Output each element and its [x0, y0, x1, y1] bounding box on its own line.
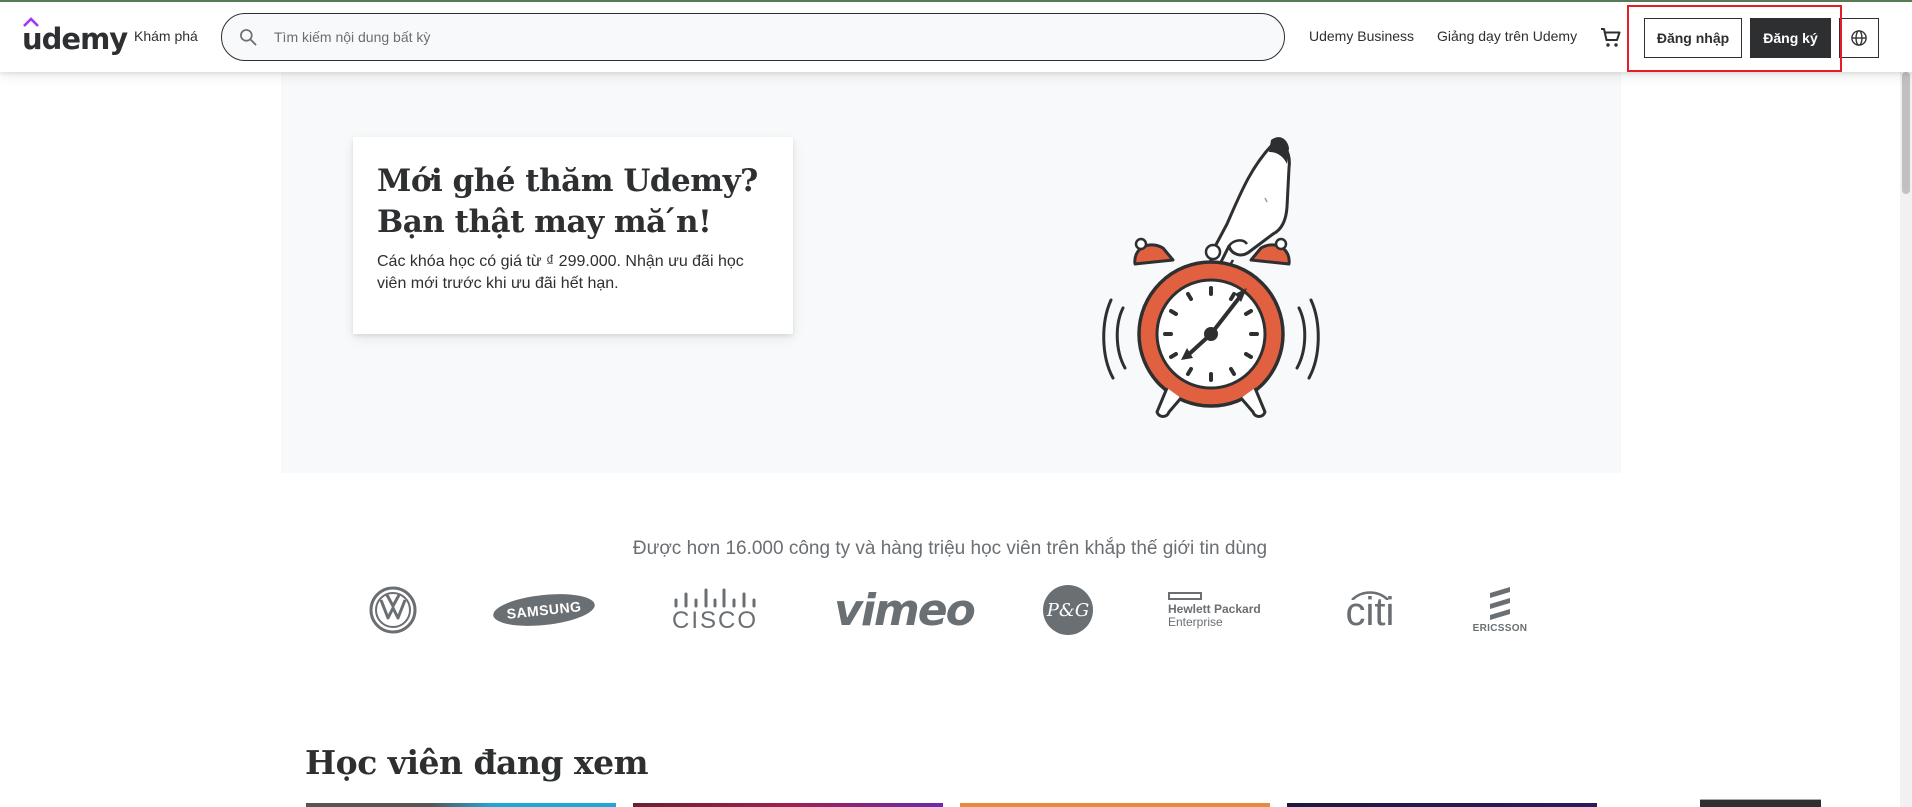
citi-text: citi — [1345, 590, 1395, 634]
top-navbar: udemy Khám phá Udemy Business Giảng dạy … — [0, 2, 1912, 72]
floating-widget[interactable] — [1700, 799, 1821, 807]
explore-link[interactable]: Khám phá — [134, 28, 198, 44]
logo-text: udemy — [22, 22, 128, 56]
scrollbar[interactable] — [1900, 72, 1912, 807]
ericsson-icon — [1490, 586, 1510, 620]
hero-title-line2: Bạn thật may mă ́n! — [377, 204, 712, 240]
vimeo-text: vimeo — [834, 584, 976, 636]
course-card-thumbnail[interactable] — [1287, 803, 1597, 807]
section-title: Học viên đang xem — [305, 743, 649, 782]
cisco-logo: CISCO — [670, 580, 760, 640]
hero-title-line1: Mới ghé thăm Udemy? — [377, 163, 758, 199]
teach-on-udemy-link[interactable]: Giảng dạy trên Udemy — [1437, 28, 1577, 44]
scrollbar-thumb[interactable] — [1902, 72, 1910, 194]
course-card-thumbnail[interactable] — [306, 803, 616, 807]
hpe-logo: Hewlett Packard Enterprise — [1168, 580, 1268, 640]
pg-text: P&G — [1046, 599, 1090, 621]
udemy-business-link[interactable]: Udemy Business — [1309, 28, 1414, 44]
hpe-text-line1: Hewlett Packard — [1168, 601, 1261, 616]
cisco-text: CISCO — [671, 607, 758, 634]
signup-button[interactable]: Đăng ký — [1750, 18, 1831, 58]
vimeo-logo: vimeo — [834, 580, 976, 640]
language-button[interactable] — [1839, 18, 1879, 58]
volkswagen-logo — [368, 580, 418, 640]
hero-card: Mới ghé thăm Udemy? Bạn thật may mă ́n! … — [353, 137, 793, 334]
hero-description: Các khóa học có giá từ ₫ 299.000. Nhận ư… — [377, 253, 744, 292]
pg-logo: P&G — [1042, 580, 1094, 640]
ericsson-text: ERICSSON — [1472, 622, 1528, 634]
samsung-logo: SAMSUNG — [491, 580, 597, 640]
ericsson-logo: ERICSSON — [1468, 580, 1532, 640]
volkswagen-icon — [369, 586, 417, 634]
alarm-clock-illustration — [1102, 137, 1320, 418]
course-card-thumbnail[interactable] — [633, 803, 943, 807]
udemy-logo[interactable]: udemy — [22, 16, 128, 58]
search-bar[interactable] — [221, 13, 1285, 61]
hpe-text-line2: Enterprise — [1168, 614, 1223, 629]
login-button[interactable]: Đăng nhập — [1644, 18, 1742, 58]
search-input[interactable] — [274, 14, 1254, 60]
cart-icon[interactable] — [1599, 26, 1623, 50]
hero-banner: Mới ghé thăm Udemy? Bạn thật may mă ́n! … — [281, 72, 1621, 473]
course-card-thumbnail[interactable] — [960, 803, 1270, 807]
hero-title: Mới ghé thăm Udemy? Bạn thật may mă ́n! — [377, 161, 769, 243]
citi-logo: citi — [1335, 580, 1405, 640]
trusted-by-text: Được hơn 16.000 công ty và hàng triệu họ… — [632, 538, 1268, 559]
company-logos: SAMSUNG CISCO vimeo P&G Hewlett Packard … — [360, 580, 1560, 650]
samsung-text: SAMSUNG — [505, 598, 583, 622]
search-icon[interactable] — [238, 27, 258, 47]
globe-icon — [1851, 30, 1867, 46]
